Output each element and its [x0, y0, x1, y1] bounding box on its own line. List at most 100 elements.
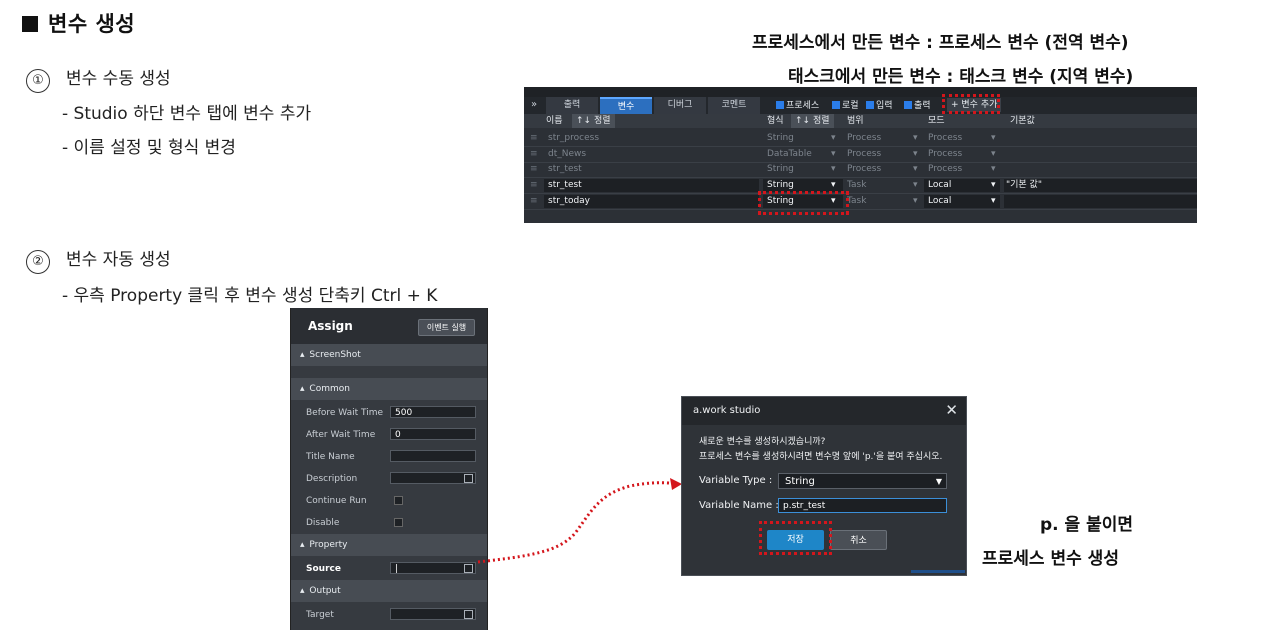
- chevron-down-icon[interactable]: ▾: [913, 194, 918, 209]
- chevron-down-icon[interactable]: ▾: [831, 162, 836, 177]
- filter-output-checkbox[interactable]: 출력: [904, 100, 931, 112]
- popout-icon[interactable]: [464, 610, 473, 619]
- variable-name[interactable]: str_today: [548, 194, 590, 209]
- filter-local-checkbox[interactable]: 로컬: [832, 100, 859, 112]
- variable-scope: Process: [847, 133, 882, 143]
- variable-type-select[interactable]: String ▼: [778, 473, 947, 489]
- variables-table-header: 이름 ↑↓ 정렬 형식 ↑↓ 정렬 범위 모드 기본값: [524, 114, 1197, 128]
- chevron-down-icon[interactable]: ▾: [913, 162, 918, 177]
- before-wait-label: Before Wait Time: [306, 408, 384, 418]
- chevron-down-icon[interactable]: ▾: [991, 147, 996, 162]
- chevron-down-icon[interactable]: ▾: [991, 178, 996, 193]
- section-common-label: Common: [309, 384, 350, 394]
- collapse-chevron-icon[interactable]: »: [531, 99, 537, 110]
- chevron-down-icon[interactable]: ▾: [991, 131, 996, 146]
- variable-name-label: Variable Name :: [699, 500, 779, 511]
- chevron-down-icon[interactable]: ▾: [913, 131, 918, 146]
- continue-run-label: Continue Run: [306, 496, 367, 506]
- variable-mode[interactable]: Process: [928, 147, 962, 162]
- source-label: Source: [306, 564, 341, 574]
- type-sort-button[interactable]: ↑↓ 정렬: [791, 114, 834, 128]
- checkbox-checked-icon: [866, 101, 874, 109]
- filter-process-checkbox[interactable]: 프로세스: [776, 100, 819, 112]
- tab-comment[interactable]: 코멘트: [708, 97, 760, 114]
- step-1: ① 변수 수동 생성: [26, 64, 171, 93]
- step-1-label: 변수 수동 생성: [66, 69, 171, 89]
- table-row[interactable]: ≡ str_test String ▾ Process ▾ Process ▾: [524, 162, 1197, 178]
- variable-name-input[interactable]: p.str_test: [778, 498, 947, 513]
- variable-type[interactable]: DataTable: [767, 147, 812, 162]
- chevron-down-icon[interactable]: ▾: [831, 147, 836, 162]
- drag-handle-icon[interactable]: ≡: [530, 194, 538, 209]
- table-row[interactable]: ≡ str_test String ▾ Task ▾ Local ▾ "기본 값…: [524, 178, 1197, 194]
- variable-scope: Process: [847, 149, 882, 159]
- after-wait-input[interactable]: 0: [390, 428, 476, 440]
- collapse-arrow-icon: ▴: [300, 350, 305, 360]
- variable-name[interactable]: str_test: [548, 178, 582, 193]
- variable-scope: Task: [847, 196, 867, 206]
- tab-variables[interactable]: 변수: [600, 97, 652, 114]
- after-wait-label: After Wait Time: [306, 430, 376, 440]
- section-screenshot-label: ScreenShot: [309, 350, 361, 360]
- close-icon[interactable]: ✕: [945, 401, 958, 419]
- chevron-down-icon[interactable]: ▾: [831, 131, 836, 146]
- variables-panel: » 출력 변수 디버그 코멘트 프로세스 로컬 입력 출력 + 변수 추가 이름…: [524, 87, 1197, 223]
- target-input[interactable]: [390, 608, 476, 620]
- variable-type-label: Variable Type :: [699, 475, 773, 486]
- tab-debug[interactable]: 디버그: [654, 97, 706, 114]
- chevron-down-icon: ▼: [935, 477, 942, 486]
- event-run-button[interactable]: 이벤트 실행: [418, 319, 475, 336]
- step-2: ② 변수 자동 생성: [26, 245, 171, 274]
- variable-type[interactable]: String: [767, 131, 794, 146]
- before-wait-input[interactable]: 500: [390, 406, 476, 418]
- table-row[interactable]: ≡ dt_News DataTable ▾ Process ▾ Process …: [524, 147, 1197, 163]
- title-name-input[interactable]: [390, 450, 476, 462]
- drag-handle-icon[interactable]: ≡: [530, 147, 538, 162]
- dialog-message-1: 새로운 변수를 생성하시겠습니까?: [699, 437, 826, 447]
- description-input[interactable]: [390, 472, 476, 484]
- variable-mode[interactable]: Process: [928, 162, 962, 177]
- variable-type[interactable]: String: [767, 162, 794, 177]
- drag-handle-icon[interactable]: ≡: [530, 131, 538, 146]
- filter-input-checkbox[interactable]: 입력: [866, 100, 893, 112]
- continue-run-checkbox[interactable]: [394, 496, 403, 505]
- variable-mode[interactable]: Local: [928, 194, 951, 209]
- chevron-down-icon[interactable]: ▾: [913, 147, 918, 162]
- panel-tab-bar: » 출력 변수 디버그 코멘트 프로세스 로컬 입력 출력 + 변수 추가: [524, 97, 1197, 114]
- variable-default[interactable]: "기본 값": [1006, 178, 1042, 193]
- section-screenshot[interactable]: ▴ ScreenShot: [291, 344, 487, 366]
- chevron-down-icon[interactable]: ▾: [991, 194, 996, 209]
- assign-panel-header: Assign 이벤트 실행: [291, 308, 487, 344]
- name-sort-button[interactable]: ↑↓ 정렬: [572, 114, 615, 128]
- disable-label: Disable: [306, 518, 340, 528]
- section-output[interactable]: ▴ Output: [291, 580, 487, 602]
- dialog-title: a.work studio: [693, 405, 761, 416]
- note-prefix-line-2: 프로세스 변수 생성: [982, 549, 1119, 569]
- variable-name[interactable]: str_test: [548, 162, 582, 177]
- variable-name[interactable]: str_process: [548, 131, 599, 146]
- disable-checkbox[interactable]: [394, 518, 403, 527]
- text-cursor: |: [395, 564, 399, 574]
- tab-output[interactable]: 출력: [546, 97, 598, 114]
- source-input[interactable]: |: [390, 562, 476, 574]
- table-row[interactable]: ≡ str_today String ▾ Task ▾ Local ▾: [524, 194, 1197, 210]
- step-2-sub-1: - 우측 Property 클릭 후 변수 생성 단축키 Ctrl + K: [62, 286, 438, 306]
- variable-name[interactable]: dt_News: [548, 147, 586, 162]
- filter-process-label: 프로세스: [786, 101, 820, 111]
- variable-mode[interactable]: Local: [928, 178, 951, 193]
- checkbox-checked-icon: [776, 101, 784, 109]
- cancel-button[interactable]: 취소: [830, 530, 887, 550]
- filter-output-label: 출력: [914, 101, 931, 111]
- chevron-down-icon[interactable]: ▾: [913, 178, 918, 193]
- step-2-number: ②: [26, 250, 50, 274]
- table-row[interactable]: ≡ str_process String ▾ Process ▾ Process…: [524, 131, 1197, 147]
- drag-handle-icon[interactable]: ≡: [530, 178, 538, 193]
- section-common[interactable]: ▴ Common: [291, 378, 487, 400]
- variable-mode[interactable]: Process: [928, 131, 962, 146]
- drag-handle-icon[interactable]: ≡: [530, 162, 538, 177]
- variable-scope: Task: [847, 180, 867, 190]
- note-process-variable: 프로세스에서 만든 변수 : 프로세스 변수 (전역 변수): [752, 33, 1129, 53]
- section-property[interactable]: ▴ Property: [291, 534, 487, 556]
- chevron-down-icon[interactable]: ▾: [991, 162, 996, 177]
- step-2-label: 변수 자동 생성: [66, 250, 171, 270]
